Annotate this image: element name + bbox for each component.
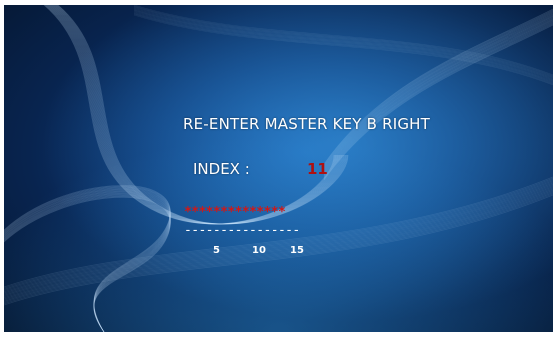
screen-title: RE-ENTER MASTER KEY B RIGHT xyxy=(183,115,431,133)
key-entry-placeholder-dashes: ---------------- xyxy=(184,223,300,238)
key-entry-screen: RE-ENTER MASTER KEY B RIGHT INDEX : 11 *… xyxy=(4,5,553,332)
index-value: 11 xyxy=(307,160,328,178)
position-tick-10: 10 xyxy=(252,245,266,256)
background-wave-graphic xyxy=(4,5,553,332)
position-tick-5: 5 xyxy=(213,245,220,256)
position-tick-15: 15 xyxy=(290,245,304,256)
masked-key-entry: ************** xyxy=(184,205,286,220)
index-label: INDEX : xyxy=(193,160,250,178)
